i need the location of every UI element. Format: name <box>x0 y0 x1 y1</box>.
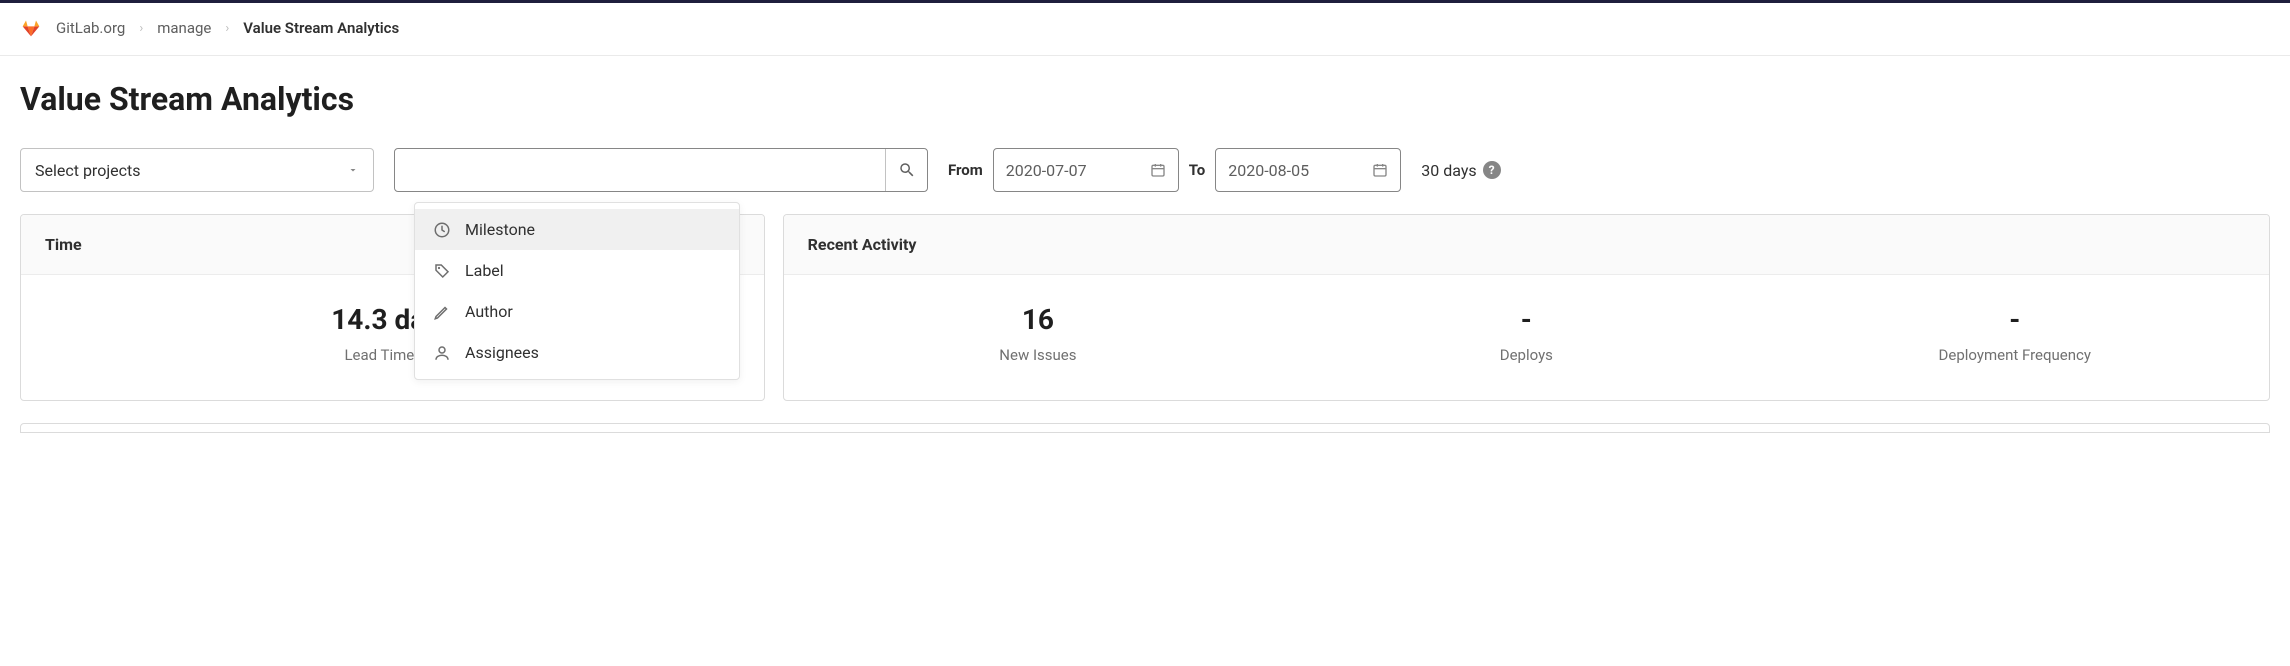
activity-card-header: Recent Activity <box>784 215 2269 275</box>
from-date-value: 2020-07-07 <box>1006 161 1087 180</box>
gitlab-logo-icon <box>20 17 42 39</box>
from-date-input[interactable]: 2020-07-07 <box>993 148 1179 192</box>
filter-option-milestone[interactable]: Milestone <box>415 209 739 250</box>
filter-option-label: Milestone <box>465 220 535 239</box>
pencil-icon <box>433 303 451 321</box>
deploys-label: Deploys <box>1500 346 1553 364</box>
new-issues-stat: 16 New Issues <box>794 303 1282 364</box>
from-label: From <box>948 161 983 179</box>
filter-option-assignees[interactable]: Assignees <box>415 332 739 373</box>
date-range: From 2020-07-07 To 2020-08-05 <box>948 148 1401 192</box>
user-icon <box>433 344 451 362</box>
breadcrumb-current: Value Stream Analytics <box>243 19 399 37</box>
lead-time-label-text: Lead Time <box>344 346 414 364</box>
date-range-summary: 30 days ? <box>1421 161 1500 180</box>
filter-search-group <box>394 148 928 192</box>
filter-option-label-text: Label <box>465 261 504 280</box>
tag-icon <box>433 262 451 280</box>
filter-dropdown: Milestone Label Author <box>414 202 740 380</box>
breadcrumb-group[interactable]: manage <box>157 19 211 37</box>
calendar-icon <box>1372 162 1388 178</box>
filter-option-label[interactable]: Label <box>415 250 739 291</box>
deploys-value: - <box>1282 303 1770 336</box>
to-date-value: 2020-08-05 <box>1228 161 1309 180</box>
chevron-right-icon: › <box>139 21 143 36</box>
new-issues-value: 16 <box>794 303 1282 336</box>
filter-search-wrapper: Milestone Label Author <box>394 148 928 192</box>
activity-card-body: 16 New Issues - Deploys - Deployment Fre… <box>784 275 2269 400</box>
deploys-stat: - Deploys <box>1282 303 1770 364</box>
new-issues-label: New Issues <box>999 346 1076 364</box>
breadcrumb: GitLab.org › manage › Value Stream Analy… <box>0 3 2290 56</box>
deployment-frequency-value: - <box>1771 303 2259 336</box>
next-panel-top <box>20 423 2270 433</box>
page-title: Value Stream Analytics <box>20 80 2270 118</box>
project-select-label: Select projects <box>35 161 141 180</box>
chevron-right-icon: › <box>225 21 229 36</box>
filter-bar: Select projects Milestone <box>20 148 2270 192</box>
deployment-frequency-label: Deployment Frequency <box>1939 346 2091 364</box>
calendar-icon <box>1150 162 1166 178</box>
filter-option-label-text: Assignees <box>465 343 539 362</box>
search-icon <box>898 161 916 179</box>
project-select[interactable]: Select projects <box>20 148 374 192</box>
to-date-input[interactable]: 2020-08-05 <box>1215 148 1401 192</box>
breadcrumb-org[interactable]: GitLab.org <box>56 19 125 37</box>
deployment-frequency-stat: - Deployment Frequency <box>1771 303 2259 364</box>
search-button[interactable] <box>885 149 927 191</box>
stats-row: Time 14.3 days Lead Time ? Recent Activi… <box>20 214 2270 401</box>
recent-activity-card: Recent Activity 16 New Issues - Deploys … <box>783 214 2270 401</box>
filter-option-author[interactable]: Author <box>415 291 739 332</box>
clock-icon <box>433 221 451 239</box>
range-summary-text: 30 days <box>1421 161 1476 180</box>
help-icon[interactable]: ? <box>1483 161 1501 179</box>
to-label: To <box>1189 161 1206 179</box>
chevron-down-icon <box>347 164 359 176</box>
page-content: Value Stream Analytics Select projects <box>0 56 2290 443</box>
filter-search-input[interactable] <box>395 149 885 191</box>
filter-option-label-text: Author <box>465 302 513 321</box>
